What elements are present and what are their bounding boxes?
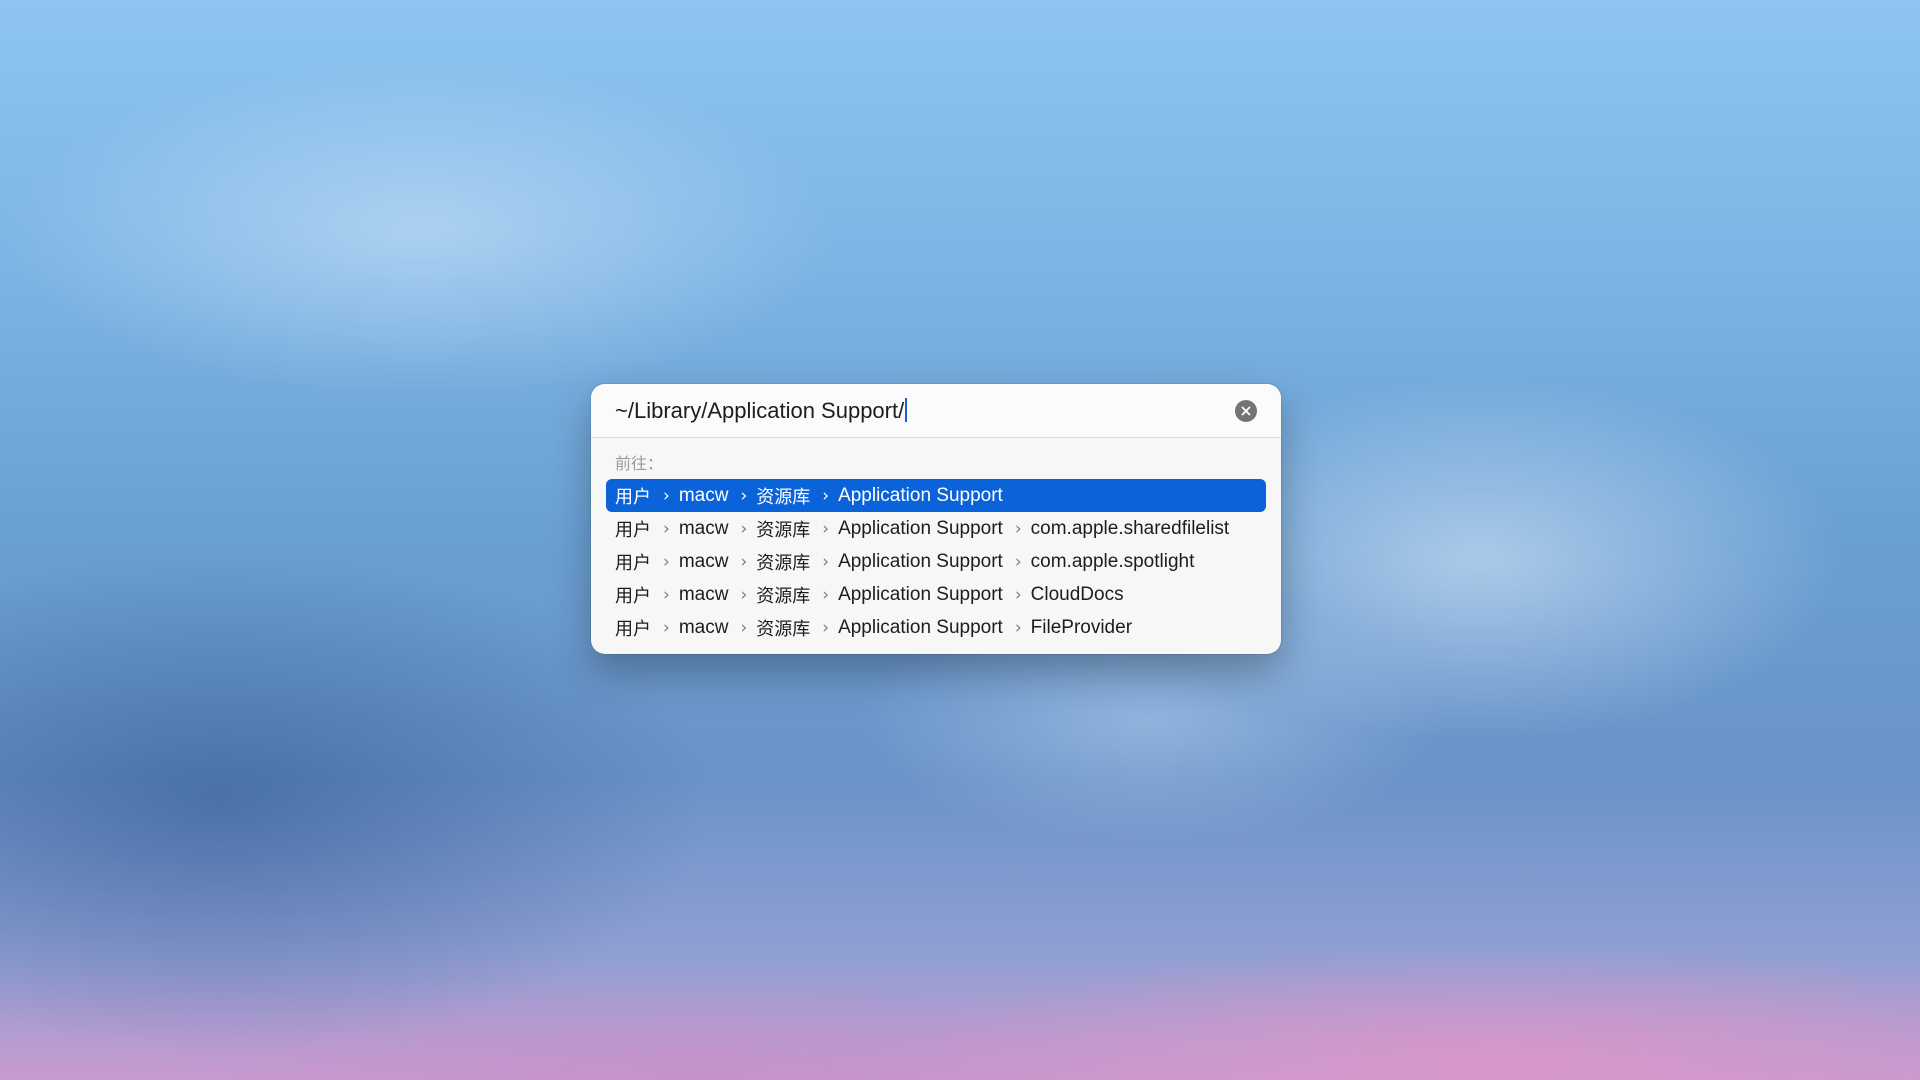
go-to-section-label: 前往： — [615, 454, 664, 473]
path-separator-chevron-icon: › — [740, 518, 748, 539]
path-segment: 用户 — [615, 585, 651, 607]
path-separator-chevron-icon: › — [740, 485, 748, 506]
path-segment: Application Support — [838, 616, 1003, 638]
path-separator-chevron-icon: › — [740, 584, 748, 605]
path-segment: 资源库 — [756, 486, 811, 508]
path-separator-chevron-icon: › — [822, 518, 830, 539]
path-separator-chevron-icon: › — [1014, 518, 1022, 539]
path-separator-chevron-icon: › — [1014, 617, 1022, 638]
path-separator-chevron-icon: › — [740, 551, 748, 572]
text-caret — [905, 398, 908, 422]
path-segment: Application Support — [838, 550, 1003, 572]
path-segment: Application Support — [838, 583, 1003, 605]
path-segment: Application Support — [838, 517, 1003, 539]
path-separator-chevron-icon: › — [663, 617, 670, 638]
path-separator-chevron-icon: › — [663, 518, 670, 539]
path-separator-chevron-icon: › — [822, 617, 830, 638]
path-separator-chevron-icon: › — [740, 617, 748, 638]
path-segment: 资源库 — [756, 519, 811, 541]
path-separator-chevron-icon: › — [1014, 551, 1022, 572]
path-segment: 资源库 — [756, 618, 811, 640]
path-separator-chevron-icon: › — [822, 485, 830, 506]
path-separator-chevron-icon: › — [663, 584, 670, 605]
path-segment: macw — [678, 550, 729, 572]
path-result-row[interactable]: 用户 › macw › 资源库 › Application Support › CloudDoc… — [606, 578, 1266, 611]
path-results-list: 用户 › macw › 资源库 › Application Support 用户 › macw › 资… — [606, 479, 1266, 644]
path-segment: macw — [678, 517, 729, 539]
path-result-row[interactable]: 用户 › macw › 资源库 › Application Support › FileProv… — [606, 611, 1266, 644]
path-segment: com.apple.sharedfilelist — [1030, 517, 1230, 539]
path-segment: Application Support — [838, 484, 1003, 506]
path-segment: macw — [678, 583, 729, 605]
path-result-row[interactable]: 用户 › macw › 资源库 › Application Support › com.appl… — [606, 512, 1266, 545]
path-input-text: ~/Library/Application Support/ — [615, 398, 905, 423]
path-separator-chevron-icon: › — [822, 584, 830, 605]
path-segment: 用户 — [615, 486, 651, 508]
path-segment: FileProvider — [1030, 616, 1133, 638]
clear-button[interactable] — [1235, 400, 1257, 422]
path-segment: 用户 — [615, 519, 651, 541]
path-separator-chevron-icon: › — [663, 551, 670, 572]
path-segment: 用户 — [615, 552, 651, 574]
path-segment: macw — [678, 616, 729, 638]
path-result-row[interactable]: 用户 › macw › 资源库 › Application Support › com.appl… — [606, 545, 1266, 578]
clear-circle-x-icon — [1241, 406, 1251, 416]
path-segment: 资源库 — [756, 585, 811, 607]
path-segment: com.apple.spotlight — [1030, 550, 1195, 572]
path-segment: macw — [678, 484, 729, 506]
path-separator-chevron-icon: › — [1014, 584, 1022, 605]
path-result-row[interactable]: 用户 › macw › 资源库 › Application Support — [606, 479, 1266, 512]
path-segment: 资源库 — [756, 552, 811, 574]
path-separator-chevron-icon: › — [822, 551, 830, 572]
path-separator-chevron-icon: › — [663, 485, 670, 506]
path-segment: 用户 — [615, 618, 651, 640]
path-segment: CloudDocs — [1030, 583, 1124, 605]
path-search-row: ~/Library/Application Support/ — [591, 384, 1281, 438]
path-input[interactable]: ~/Library/Application Support/ — [615, 396, 1215, 426]
go-to-folder-panel: ~/Library/Application Support/ 前往： 用户 › ma… — [591, 384, 1281, 654]
